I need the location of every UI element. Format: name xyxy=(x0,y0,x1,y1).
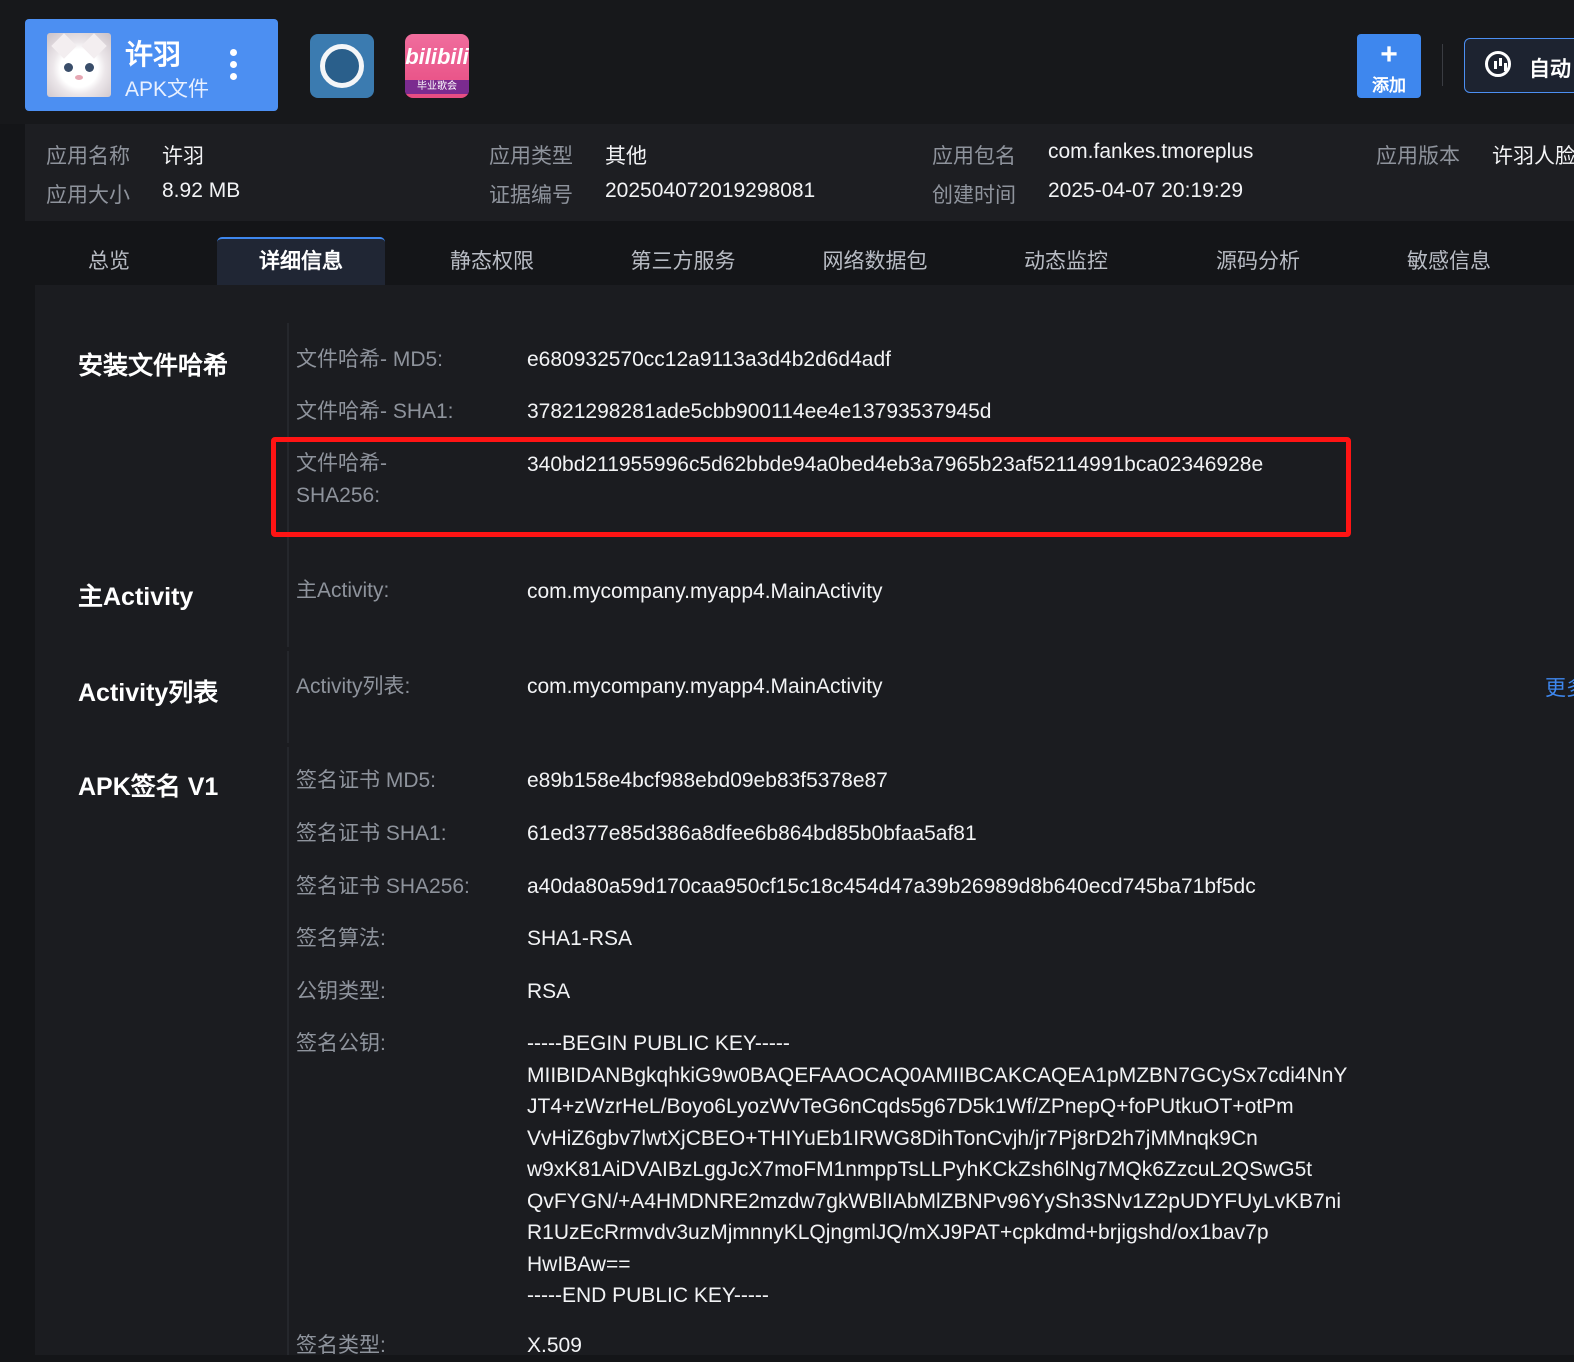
activity-list-label: Activity列表: xyxy=(296,675,411,698)
section-title-file-hash: 安装文件哈希 xyxy=(78,352,229,380)
current-app-card[interactable]: 许羽 APK文件 xyxy=(25,19,278,111)
hash-sha1-value: 37821298281ade5cbb900114ee4e13793537945d xyxy=(527,400,992,423)
pubkey-line: w9xK81AiDVAIBzLggJcX7moFM1nmppTsLLPyhKCk… xyxy=(527,1158,1313,1181)
app-name-value: 许羽 xyxy=(162,145,204,168)
tab-static-permissions[interactable]: 静态权限 xyxy=(408,237,576,285)
evidence-no-value: 20250407201929808​1 xyxy=(605,179,816,202)
section-title-main-activity: 主Activity xyxy=(78,583,194,611)
pubkey-type-value: RSA xyxy=(527,980,571,1003)
tab-source-analysis[interactable]: 源码分析 xyxy=(1174,237,1342,285)
app-kind: APK文件 xyxy=(125,78,210,101)
sign-type-label: 签名类型: xyxy=(296,1334,386,1357)
hash-sha1-label: 文件哈希- SHA1: xyxy=(296,400,454,423)
app-tile-qq-icon[interactable] xyxy=(310,34,374,98)
tab-third-party[interactable]: 第三方服务 xyxy=(599,237,767,285)
more-vertical-icon[interactable] xyxy=(227,49,239,83)
auto-label: 自动 xyxy=(1529,58,1571,81)
created-time-value: 2025-04-07 20:19:29 xyxy=(1048,179,1243,202)
pubkey-line: JT4+zWzrHeL/Boyo6LyozWvTeG6nCqds5g67D5k1… xyxy=(527,1095,1294,1118)
bilibili-logo: bilibili xyxy=(405,44,469,69)
section-title-activity-list: Activity列表 xyxy=(78,679,219,707)
pubkey-line: MIIBIDANBgkqhkiG9w0BAQEFAAOCAQ0AMIIBCAKC… xyxy=(527,1064,1348,1087)
pubkey-line: HwIBAw== xyxy=(527,1253,631,1276)
bilibili-sub: 毕业歌会 xyxy=(405,80,469,94)
main-activity-value: com.mycompany.myapp4.MainActivity xyxy=(527,580,883,603)
tab-sensitive-info[interactable]: 敏感信息 xyxy=(1365,237,1533,285)
hash-md5-value: e680932570cc12a9113a3d4b2d6d4adf xyxy=(527,348,891,371)
app-name-label: 应用名称 xyxy=(46,145,130,168)
sign-algo-label: 签名算法: xyxy=(296,927,386,950)
main-activity-label: 主Activity: xyxy=(296,579,390,602)
app-type-value: 其他 xyxy=(605,145,647,168)
activity-list-more-link[interactable]: 更多 xyxy=(1545,672,1574,702)
created-time-label: 创建时间 xyxy=(932,184,1016,207)
detail-tabs: 总览 详细信息 静态权限 第三方服务 网络数据包 动态监控 源码分析 敏感信息 xyxy=(25,237,1574,285)
tab-overview[interactable]: 总览 xyxy=(25,237,193,285)
toolbar-divider xyxy=(1442,44,1443,86)
sign-type-value: X.509 xyxy=(527,1334,582,1357)
app-size-label: 应用大小 xyxy=(46,184,130,207)
sign-sha256-label: 签名证书 SHA256: xyxy=(296,875,470,898)
sign-algo-value: SHA1-RSA xyxy=(527,927,633,950)
pubkey-type-label: 公钥类型: xyxy=(296,980,386,1003)
hash-md5-label: 文件哈希- MD5: xyxy=(296,348,443,371)
pubkey-line: QvFYGN/+A4HMDNRE2mzdw7gkWBlIAbMlZBNPv96Y… xyxy=(527,1190,1341,1213)
add-label: 添加 xyxy=(1372,76,1406,95)
auto-analysis-button[interactable]: 自动 xyxy=(1464,38,1574,93)
app-name: 许羽 xyxy=(125,39,182,70)
plus-icon: + xyxy=(1380,38,1398,71)
package-label: 应用包名 xyxy=(932,145,1016,168)
pubkey-line: VvHiZ6gbv7lwtXjCBEO+THIYuEb1IRWG8DihTonC… xyxy=(527,1127,1258,1150)
pubkey-line: -----BEGIN PUBLIC KEY----- xyxy=(527,1032,790,1055)
pubkey-line: -----END PUBLIC KEY----- xyxy=(527,1284,769,1307)
app-size-value: 8.92 MB xyxy=(162,179,241,202)
top-bar: 许羽 APK文件 bilibili 毕业歌会 + 添加 自动 xyxy=(0,0,1574,124)
pubkey-line: R1UzEcRrmvdv3uzMjmnnyKLQjngmlJQ/mXJ9PAT+… xyxy=(527,1221,1269,1244)
sign-sha256-value: a40da80a59d170caa950cf15c18c454d47a39b26… xyxy=(527,875,1256,898)
add-button[interactable]: + 添加 xyxy=(1357,34,1421,98)
app-version-value: 许羽人脸 xyxy=(1492,145,1574,168)
app-type-label: 应用类型 xyxy=(489,145,573,168)
sha256-highlight-box xyxy=(271,437,1351,537)
sign-sha1-value: 61ed377e85d386a8dfee6b864bd85b0bfaa5af81 xyxy=(527,822,977,845)
sign-sha1-label: 签名证书 SHA1: xyxy=(296,822,447,845)
sign-md5-value: e89b158e4bcf988ebd09eb83f5378e87 xyxy=(527,769,888,792)
pubkey-label: 签名公钥: xyxy=(296,1032,386,1055)
section-title-apk-sign-v1: APK签名 V1 xyxy=(78,773,219,801)
app-tile-bilibili-icon[interactable]: bilibili 毕业歌会 xyxy=(405,34,469,98)
sign-md5-label: 签名证书 MD5: xyxy=(296,769,437,792)
tab-network-packets[interactable]: 网络数据包 xyxy=(791,237,959,285)
chart-circle-icon xyxy=(1485,51,1511,77)
app-version-label: 应用版本 xyxy=(1376,145,1460,168)
activity-list-value: com.mycompany.myapp4.MainActivity xyxy=(527,675,883,698)
app-info-panel: 应用名称 许羽 应用大小 8.92 MB 应用类型 其他 证据编号 202504… xyxy=(25,124,1574,221)
tab-dynamic-monitor[interactable]: 动态监控 xyxy=(982,237,1150,285)
tab-details[interactable]: 详细信息 xyxy=(217,237,385,285)
cat-avatar-icon xyxy=(47,33,111,97)
package-value: com.fankes.tmoreplus xyxy=(1048,140,1254,163)
evidence-no-label: 证据编号 xyxy=(489,184,573,207)
